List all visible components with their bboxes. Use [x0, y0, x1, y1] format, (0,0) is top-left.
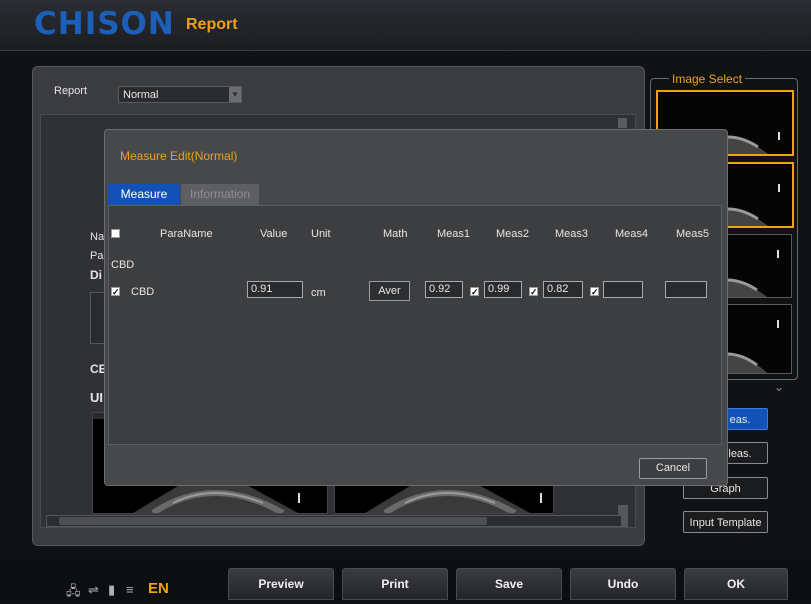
tab-measure[interactable]: Measure [108, 184, 180, 205]
cancel-button[interactable]: Cancel [639, 458, 707, 479]
report-type-select[interactable]: Normal ▼ [118, 86, 242, 103]
undo-button[interactable]: Undo [570, 568, 676, 600]
meas2-field[interactable]: 0.99 [484, 281, 522, 298]
column-header-paraname: ParaName [160, 228, 213, 240]
meas1-field[interactable]: 0.92 [425, 281, 463, 298]
language-indicator[interactable]: EN [148, 580, 169, 597]
meas3-field[interactable]: 0.82 [543, 281, 583, 298]
report-label: Report [54, 85, 88, 97]
column-header-value: Value [260, 228, 288, 240]
double-chevron-down-icon[interactable]: ⌄ [768, 380, 790, 396]
network-icon: 🖧 [66, 583, 81, 598]
value-field[interactable]: 0.91 [247, 281, 303, 298]
meas1-checkbox[interactable]: ✓ [470, 287, 479, 297]
page-title: Report [186, 16, 238, 33]
meas2-checkbox[interactable]: ✓ [529, 287, 538, 297]
report-type-value: Normal [123, 89, 159, 101]
group-label: CBD [111, 259, 135, 271]
column-header-meas3: Meas3 [555, 228, 589, 240]
unit-text: cm [311, 287, 326, 299]
tab-information[interactable]: Information [181, 184, 259, 205]
preview-button[interactable]: Preview [228, 568, 334, 600]
image-select-title: Image Select [669, 72, 746, 86]
ok-button[interactable]: OK [684, 568, 788, 600]
select-all-checkbox[interactable] [111, 229, 120, 238]
input-template-button[interactable]: Input Template [683, 511, 768, 533]
meas5-field[interactable] [665, 281, 707, 298]
measure-table-area [108, 205, 722, 445]
column-header-math: Math [383, 228, 408, 240]
column-header-meas5: Meas5 [676, 228, 710, 240]
column-header-meas4: Meas4 [615, 228, 649, 240]
ultrasound-images-label-fragment: UI [90, 390, 103, 405]
meas3-checkbox[interactable]: ✓ [590, 287, 599, 297]
dialog-title: Measure Edit(Normal) [120, 149, 238, 163]
brand-logo: CHISON [34, 6, 175, 42]
column-header-meas1: Meas1 [437, 228, 471, 240]
diagnosis-label-fragment: Di [90, 268, 102, 282]
column-header-meas2: Meas2 [496, 228, 530, 240]
print-button[interactable]: Print [342, 568, 448, 600]
printer-icon: ≡ [126, 582, 134, 597]
row-paraname: CBD [131, 286, 155, 298]
save-button[interactable]: Save [456, 568, 562, 600]
patient-name-label-fragment: Na [90, 231, 105, 243]
scroll-up-icon[interactable] [618, 118, 627, 128]
storage-icon: ▮ [108, 582, 116, 597]
column-header-unit: Unit [311, 228, 331, 240]
row-checkbox[interactable]: ✓ [111, 287, 120, 297]
horizontal-scrollbar[interactable] [46, 515, 622, 527]
chevron-down-icon[interactable]: ▼ [229, 87, 241, 102]
scrollbar-thumb[interactable] [59, 517, 487, 525]
patient-label-fragment: Pa [90, 250, 104, 262]
meas4-field[interactable] [603, 281, 643, 298]
math-button[interactable]: Aver [369, 281, 410, 301]
usb-icon: ⇌ [88, 582, 99, 597]
